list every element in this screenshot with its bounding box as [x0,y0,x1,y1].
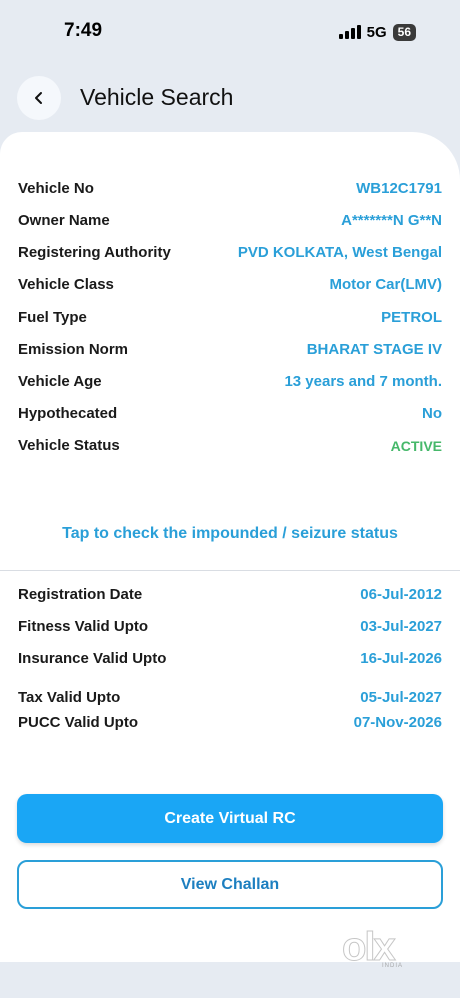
validity-row-pucc: PUCC Valid Upto 07-Nov-2026 [18,714,442,731]
detail-label: Vehicle Status [18,437,120,454]
validity-label: PUCC Valid Upto [18,714,139,731]
detail-label: Vehicle Class [18,276,114,293]
detail-row-registering-authority: Registering Authority PVD KOLKATA, West … [18,244,442,261]
section-divider [0,570,460,571]
chevron-left-icon [35,92,42,104]
status-time: 7:49 [64,20,103,41]
detail-row-fuel-type: Fuel Type PETROL [18,309,442,326]
detail-value: PVD KOLKATA, West Bengal [237,244,442,261]
validity-value: 06-Jul-2012 [360,586,442,603]
detail-value: PETROL [381,309,442,326]
app-header: Vehicle Search [0,76,460,120]
status-bar: 7:49 5G 56 [0,0,460,60]
validity-label: Tax Valid Upto [18,689,121,706]
validity-label: Registration Date [18,586,143,603]
detail-label: Hypothecated [18,405,118,422]
detail-value: Motor Car(LMV) [329,276,443,293]
signal-icon [338,25,361,39]
validity-row-insurance: Insurance Valid Upto 16-Jul-2026 [18,650,442,667]
detail-label: Registering Authority [18,244,171,261]
validity-label: Insurance Valid Upto [18,650,167,667]
detail-row-vehicle-age: Vehicle Age 13 years and 7 month. [18,373,442,390]
validity-row-registration-date: Registration Date 06-Jul-2012 [18,586,442,603]
page-title: Vehicle Search [80,84,234,110]
battery-icon: 56 [392,23,416,41]
impound-status-link[interactable]: Tap to check the impounded / seizure sta… [0,525,460,543]
validity-row-tax: Tax Valid Upto 05-Jul-2027 [18,689,442,706]
detail-value: WB12C1791 [356,180,442,197]
validity-value: 05-Jul-2027 [360,689,442,706]
detail-label: Vehicle No [18,180,94,197]
detail-label: Emission Norm [18,341,129,358]
network-label: 5G [366,23,387,41]
detail-value: A*******N G**N [341,212,442,229]
validity-value: 03-Jul-2027 [360,618,442,635]
detail-row-owner-name: Owner Name A*******N G**N [18,212,442,229]
validity-value: 07-Nov-2026 [353,714,442,731]
detail-row-hypothecated: Hypothecated No [18,405,442,422]
create-virtual-rc-button[interactable]: Create Virtual RC [17,794,443,843]
detail-label: Owner Name [18,212,110,229]
status-badge: ACTIVE [390,437,442,454]
detail-value: No [422,405,442,422]
validity-label: Fitness Valid Upto [18,618,149,635]
validity-value: 16-Jul-2026 [360,650,442,667]
detail-row-vehicle-status: Vehicle Status ACTIVE [18,437,442,454]
back-button[interactable] [17,76,61,120]
validity-row-fitness: Fitness Valid Upto 03-Jul-2027 [18,618,442,635]
detail-value: 13 years and 7 month. [284,373,442,390]
status-indicators: 5G 56 [338,22,416,42]
detail-row-vehicle-no: Vehicle No WB12C1791 [18,180,442,197]
detail-value: BHARAT STAGE IV [306,341,442,358]
detail-row-emission-norm: Emission Norm BHARAT STAGE IV [18,341,442,358]
olx-watermark-sub: INDIA [382,963,404,969]
detail-label: Fuel Type [18,309,87,326]
detail-row-vehicle-class: Vehicle Class Motor Car(LMV) [18,276,442,293]
view-challan-button[interactable]: View Challan [17,860,443,909]
detail-label: Vehicle Age [18,373,102,390]
